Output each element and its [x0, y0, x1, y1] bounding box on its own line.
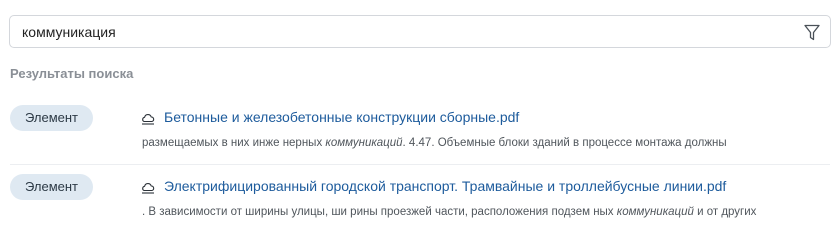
search-input[interactable] [22, 16, 782, 47]
document-link[interactable]: Бетонные и железобетонные конструкции сб… [164, 109, 519, 125]
filter-button[interactable] [802, 22, 822, 42]
search-box [9, 15, 831, 48]
document-link[interactable]: Электрифицированный городской транспорт.… [164, 178, 726, 194]
snippet-highlight: коммуникаций [325, 137, 403, 149]
result-snippet: . В зависимости от ширины улицы, ши рины… [142, 206, 756, 218]
snippet-text: и от других [693, 206, 757, 218]
type-badge: Элемент [10, 174, 93, 200]
result-snippet: размещаемых в них инже нерных коммуникац… [142, 137, 727, 149]
snippet-text: . 4.47. Объемные блоки зданий в процессе… [402, 137, 727, 149]
result-item: Элемент Бетонные и железобетонные констр… [0, 103, 835, 163]
type-badge: Элемент [10, 105, 93, 131]
results-heading: Результаты поиска [10, 66, 134, 81]
filter-icon [804, 24, 820, 40]
snippet-text: . В зависимости от ширины улицы, ши рины… [142, 206, 617, 218]
result-item: Элемент Электрифицированный городской тр… [0, 172, 835, 232]
snippet-text: размещаемых в них инже нерных [142, 137, 326, 149]
document-cloud-icon [142, 114, 155, 125]
document-cloud-icon [142, 183, 155, 194]
snippet-highlight: коммуникаций [616, 206, 694, 218]
divider [10, 164, 830, 165]
